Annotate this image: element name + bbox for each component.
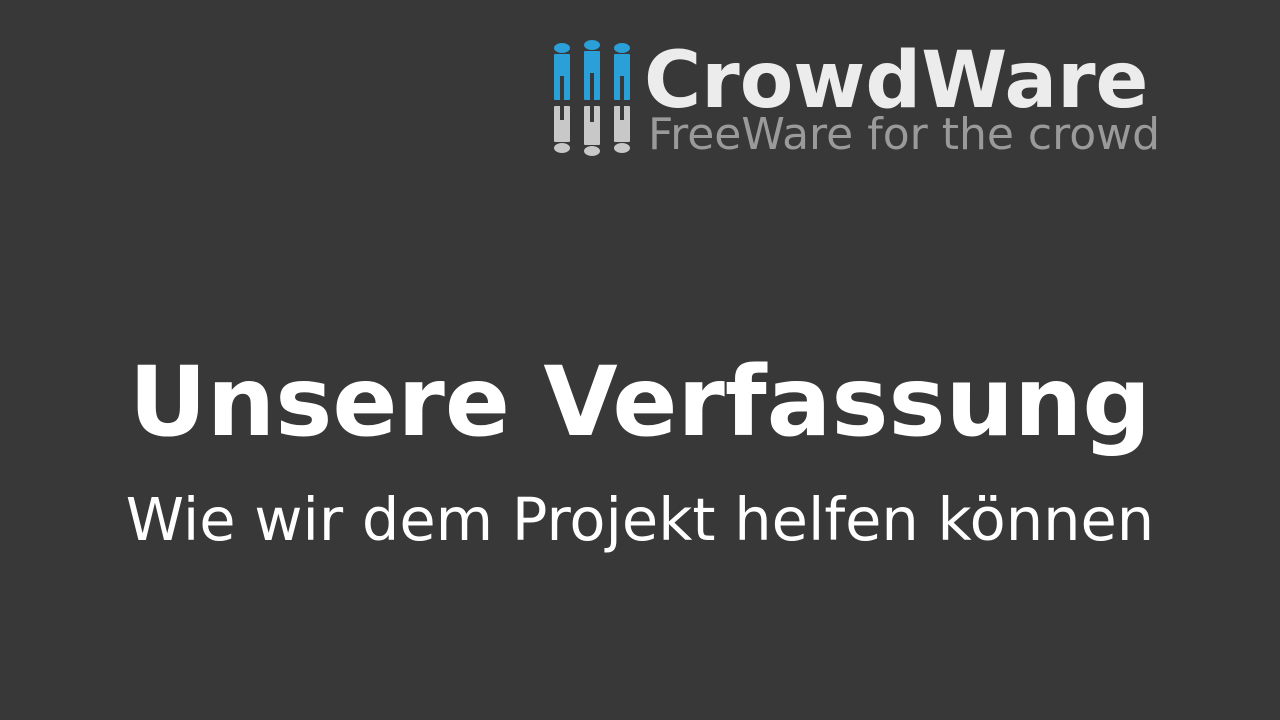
slide-subtitle: Wie wir dem Projekt helfen können <box>125 485 1155 554</box>
slide-title: Unsere Verfassung <box>128 346 1152 458</box>
crowd-people-icon <box>554 40 630 156</box>
logo-tagline: FreeWare for the crowd <box>648 109 1161 160</box>
crowdware-logo: CrowdWare FreeWare for the crowd <box>552 36 1192 160</box>
